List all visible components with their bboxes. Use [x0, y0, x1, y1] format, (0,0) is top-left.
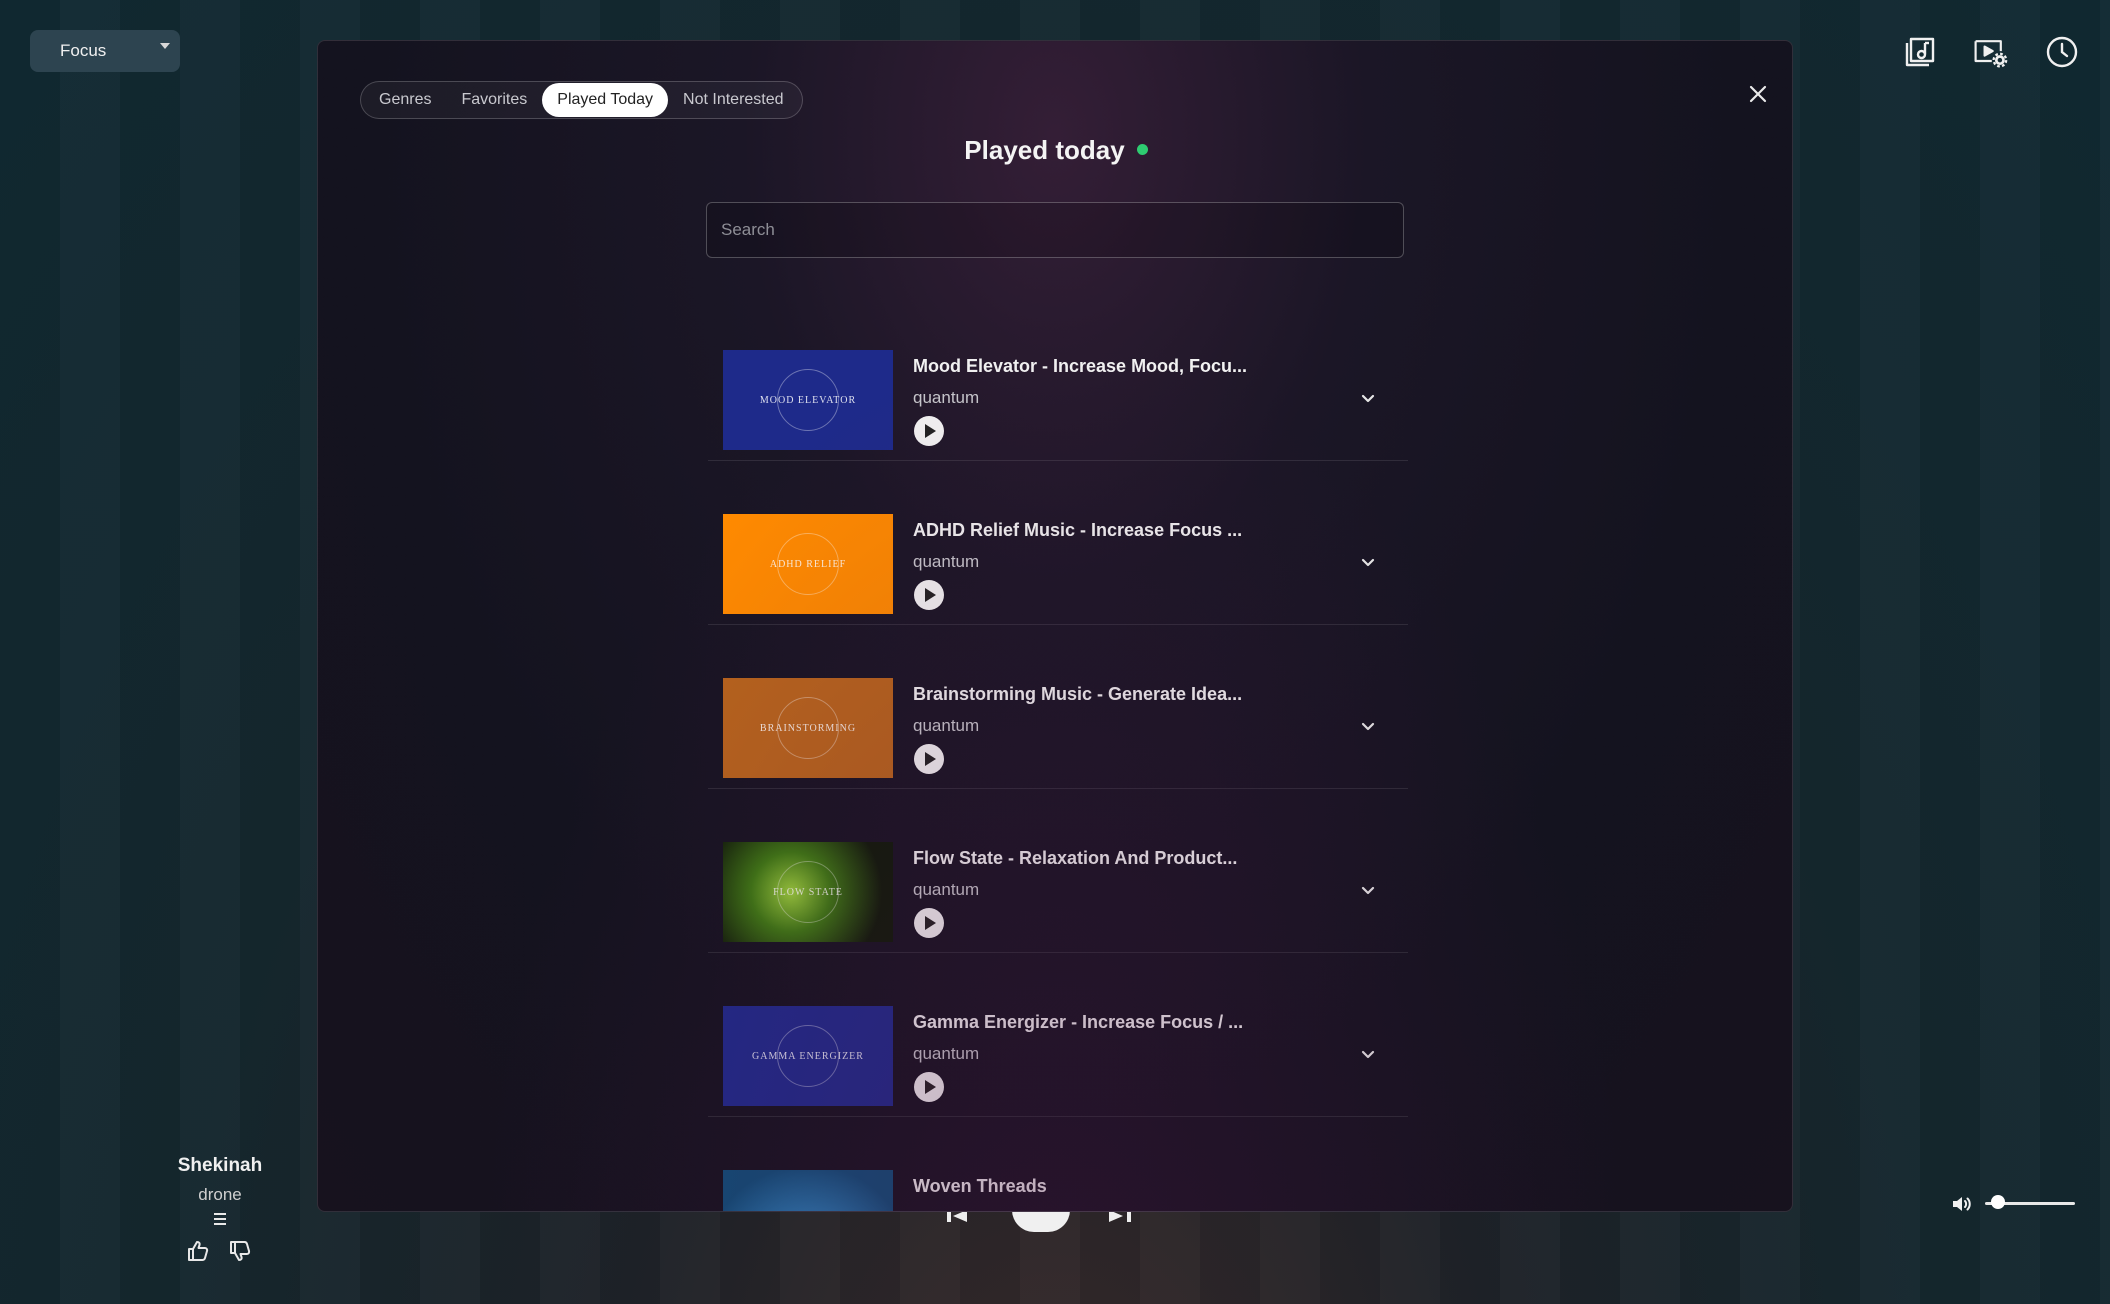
thumbnail-text: Mood Elevator: [759, 394, 857, 406]
volume-icon[interactable]: [1950, 1192, 1974, 1216]
now-playing-title: Shekinah: [177, 1155, 263, 1176]
thumbnail-text: ADHD Relief: [769, 558, 847, 570]
thumbs-down-icon[interactable]: [227, 1238, 253, 1264]
previous-track-icon[interactable]: [945, 1210, 975, 1226]
chevron-down-icon[interactable]: [1358, 1044, 1378, 1064]
track-artist[interactable]: quantum: [913, 1044, 979, 1064]
chevron-down-icon[interactable]: [1358, 552, 1378, 572]
track-row[interactable]: Gamma Energizer Gamma Energizer - Increas…: [708, 1006, 1408, 1117]
music-library-icon[interactable]: [1902, 34, 1938, 70]
tab-not-interested[interactable]: Not Interested: [668, 83, 799, 117]
play-pause-button[interactable]: [1012, 1210, 1070, 1232]
track-row[interactable]: ADHD Relief ADHD Relief Music - Increase …: [708, 514, 1408, 625]
close-icon[interactable]: [1743, 79, 1773, 109]
track-thumbnail[interactable]: Gamma Energizer: [723, 1006, 893, 1106]
track-title[interactable]: Gamma Energizer - Increase Focus / ...: [913, 1012, 1243, 1033]
track-thumbnail[interactable]: Flow State: [723, 842, 893, 942]
play-button[interactable]: [914, 908, 944, 938]
track-title[interactable]: Woven Threads: [913, 1176, 1047, 1197]
track-row[interactable]: Brainstorming Brainstorming Music - Gener…: [708, 678, 1408, 789]
track-title[interactable]: Mood Elevator - Increase Mood, Focu...: [913, 356, 1247, 377]
play-button[interactable]: [914, 744, 944, 774]
track-title[interactable]: Flow State - Relaxation And Product...: [913, 848, 1237, 869]
track-row[interactable]: Mood Elevator Mood Elevator - Increase Mo…: [708, 350, 1408, 461]
played-today-modal: Genres Favorites Played Today Not Intere…: [317, 40, 1793, 1212]
mode-dropdown[interactable]: Focus: [30, 30, 180, 72]
volume-slider-knob[interactable]: [1990, 1195, 2005, 1209]
track-row[interactable]: Woven Threads: [708, 1170, 1408, 1211]
track-thumbnail[interactable]: Brainstorming: [723, 678, 893, 778]
track-title[interactable]: Brainstorming Music - Generate Idea...: [913, 684, 1242, 705]
track-thumbnail[interactable]: [723, 1170, 893, 1211]
tab-genres[interactable]: Genres: [364, 83, 446, 117]
modal-title: Played today: [318, 135, 1792, 166]
track-artist[interactable]: quantum: [913, 880, 979, 900]
play-button[interactable]: [914, 580, 944, 610]
chevron-down-icon[interactable]: [1358, 716, 1378, 736]
mode-dropdown-label: Focus: [60, 41, 107, 60]
modal-tabs: Genres Favorites Played Today Not Intere…: [360, 81, 803, 119]
track-row[interactable]: Flow State Flow State - Relaxation And Pr…: [708, 842, 1408, 953]
thumbnail-text: Flow State: [773, 886, 843, 898]
track-artist[interactable]: quantum: [913, 716, 979, 736]
next-track-icon[interactable]: [1105, 1210, 1135, 1226]
track-thumbnail[interactable]: Mood Elevator: [723, 350, 893, 450]
track-artist[interactable]: quantum: [913, 388, 979, 408]
track-thumbnail[interactable]: ADHD Relief: [723, 514, 893, 614]
tab-favorites[interactable]: Favorites: [446, 83, 542, 117]
clock-icon[interactable]: [2044, 34, 2080, 70]
chevron-down-icon[interactable]: [1358, 388, 1378, 408]
video-settings-icon[interactable]: [1972, 34, 2012, 70]
thumbnail-text: Gamma Energizer: [752, 1050, 864, 1062]
modal-title-text: Played today: [964, 135, 1125, 165]
status-dot-icon: [1136, 144, 1148, 155]
now-playing-artist: drone: [198, 1185, 242, 1204]
queue-menu-icon[interactable]: [210, 1210, 230, 1228]
thumbnail-text: Brainstorming: [759, 722, 857, 734]
track-artist[interactable]: quantum: [913, 552, 979, 572]
track-title[interactable]: ADHD Relief Music - Increase Focus ...: [913, 520, 1242, 541]
play-button[interactable]: [914, 416, 944, 446]
thumbs-up-icon[interactable]: [185, 1238, 211, 1264]
caret-down-icon: [160, 43, 170, 49]
tab-played-today[interactable]: Played Today: [542, 83, 669, 117]
search-input[interactable]: [706, 202, 1404, 258]
chevron-down-icon[interactable]: [1358, 880, 1378, 900]
play-button[interactable]: [914, 1072, 944, 1102]
